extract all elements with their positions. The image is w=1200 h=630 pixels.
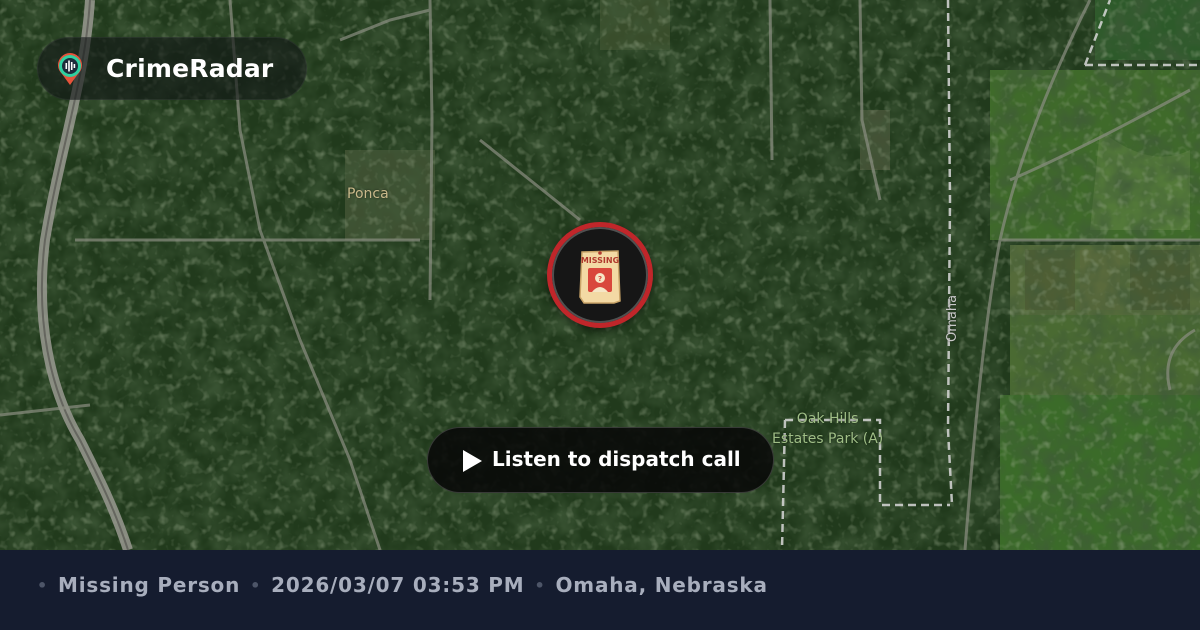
poster-text: MISSING [581,256,619,265]
incident-marker[interactable]: MISSING ? [547,222,653,328]
brand-pill[interactable]: CrimeRadar [37,37,307,100]
map-label-park-line2: Estates Park (A) [772,431,884,447]
svg-text:?: ? [598,275,602,283]
map-label-park: Oak Hills Estates Park (A) [772,409,883,449]
listen-dispatch-label: Listen to dispatch call [492,447,741,471]
incident-location: Omaha, Nebraska [555,573,768,597]
separator-dot: • [534,575,546,595]
play-icon [463,450,482,472]
map-label-ponca: Ponca [347,186,389,202]
map-label-road: Omaha [945,294,960,342]
map-label-park-line1: Oak Hills [796,411,859,427]
incident-info-bar: • Missing Person • 2026/03/07 03:53 PM •… [0,550,1200,630]
brand-name: CrimeRadar [106,54,274,83]
listen-dispatch-button[interactable]: Listen to dispatch call [427,427,774,493]
incident-meta: • Missing Person • 2026/03/07 03:53 PM •… [37,573,778,597]
incident-type: Missing Person [58,573,241,597]
incident-datetime: 2026/03/07 03:53 PM [271,573,525,597]
separator-dot: • [250,575,262,595]
missing-poster-icon: MISSING ? [579,250,621,304]
separator-dot: • [37,575,49,595]
radar-pin-icon [58,53,82,85]
